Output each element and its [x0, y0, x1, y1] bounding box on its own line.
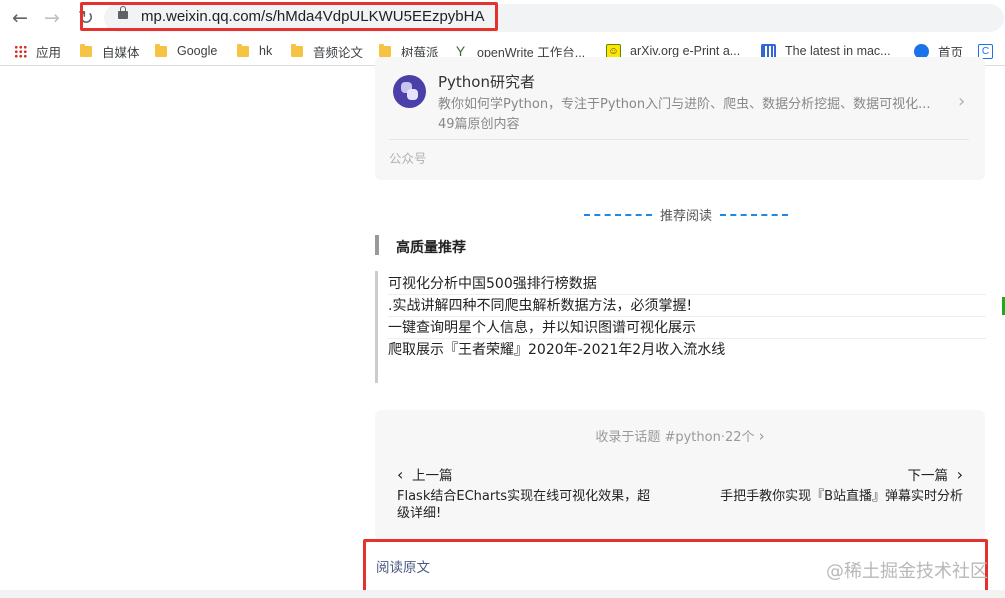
- chevron-right-icon: ›: [758, 427, 765, 445]
- folder-icon: [155, 43, 167, 57]
- recommend-list: 可视化分析中国500强排行榜数据 .实战讲解四种不同爬虫解析数据方法，必须掌握!…: [375, 271, 986, 383]
- url-highlight-annotation: [80, 2, 498, 31]
- chevron-right-icon: ›: [956, 465, 963, 484]
- bookmark-label: 应用: [36, 45, 62, 60]
- bookmark-label: The latest in mac...: [785, 44, 891, 58]
- recommend-link[interactable]: 可视化分析中国500强排行榜数据: [388, 273, 986, 295]
- watermark: @稀土掘金技术社区: [826, 561, 988, 582]
- prev-article-label[interactable]: ‹ 上一篇: [397, 464, 453, 484]
- topic-text: 收录于话题 #python·22个: [595, 430, 755, 445]
- chevron-left-icon: ‹: [397, 465, 404, 484]
- account-name: Python研究者: [438, 73, 535, 91]
- section-accent-bar: [375, 235, 379, 255]
- bookmark-audio-papers[interactable]: 音频论文: [291, 42, 363, 60]
- bookmark-label: 音频论文: [313, 45, 364, 60]
- read-more-link[interactable]: 阅读原文: [376, 556, 430, 576]
- folder-icon: [379, 43, 391, 57]
- recommend-link[interactable]: .实战讲解四种不同爬虫解析数据方法，必须掌握!: [388, 295, 986, 317]
- recommend-heading: 推荐阅读: [576, 205, 796, 224]
- footer-strip: [0, 590, 1005, 598]
- browser-toolbar: ← → ↻ mp.weixin.qq.com/s/hMda4VdpULKWU5E…: [0, 0, 1005, 36]
- account-description: 教你如何学Python，专注于Python入门与进阶、爬虫、数据分析挖掘、数据可…: [438, 97, 931, 112]
- folder-icon: [80, 43, 92, 57]
- topic-link[interactable]: 收录于话题 #python·22个 ›: [375, 426, 985, 445]
- chevron-right-icon: ›: [958, 91, 966, 112]
- bookmark-label: hk: [259, 44, 273, 58]
- bookmark-apps[interactable]: 应用: [14, 42, 61, 60]
- topic-navigation-card: 收录于话题 #python·22个 › ‹ 上一篇 下一篇 › Flask结合E…: [375, 410, 985, 540]
- python-logo-avatar: [393, 75, 426, 108]
- dash-left: [584, 213, 652, 216]
- bookmark-hk[interactable]: hk: [237, 42, 272, 60]
- account-card[interactable]: Python研究者 教你如何学Python，专注于Python入门与进阶、爬虫、…: [375, 57, 985, 180]
- back-arrow-icon[interactable]: ←: [8, 6, 32, 30]
- bookmark-label: Google: [177, 44, 218, 58]
- prev-label-text: 上一篇: [412, 468, 453, 484]
- recommend-link[interactable]: 一键查询明星个人信息，并以知识图谱可视化展示: [388, 317, 986, 339]
- bookmark-google[interactable]: Google: [155, 42, 217, 60]
- recommend-link[interactable]: 爬取展示『王者荣耀』2020年-2021年2月收入流水线: [388, 339, 986, 361]
- next-label-text: 下一篇: [907, 468, 949, 484]
- folder-icon: [237, 43, 249, 57]
- next-article-label[interactable]: 下一篇 ›: [908, 464, 964, 484]
- forward-arrow-icon[interactable]: →: [40, 6, 64, 30]
- prev-article-title[interactable]: Flask结合ECharts实现在线可视化效果，超级详细!: [397, 488, 662, 522]
- dash-right: [720, 213, 789, 216]
- divider: [389, 139, 969, 140]
- section-title: 高质量推荐: [396, 240, 466, 256]
- bookmark-label: 自媒体: [102, 45, 140, 60]
- article-page: Python研究者 教你如何学Python，专注于Python入门与进阶、爬虫、…: [0, 57, 1005, 598]
- bookmark-zimeiti[interactable]: 自媒体: [80, 42, 140, 60]
- account-article-count: 49篇原创内容: [438, 117, 520, 132]
- account-type-label: 公众号: [389, 151, 427, 166]
- recommend-heading-text: 推荐阅读: [660, 209, 713, 224]
- folder-icon: [291, 43, 303, 57]
- apps-grid-icon: [14, 44, 27, 58]
- next-article-title[interactable]: 手把手教你实现『B站直播』弹幕实时分析: [720, 488, 963, 505]
- bookmark-label: arXiv.org e-Print a...: [630, 44, 741, 58]
